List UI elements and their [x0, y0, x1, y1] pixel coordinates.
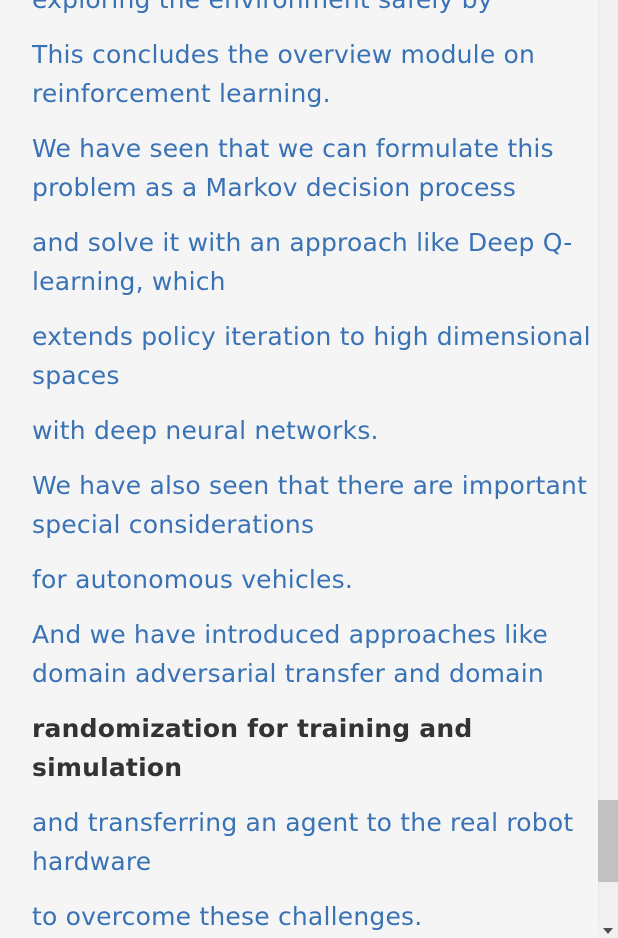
transcript-cue[interactable]: extends policy iteration to high dimensi…: [32, 317, 592, 395]
scrollbar-thumb[interactable]: [598, 800, 618, 882]
chevron-down-icon[interactable]: [598, 922, 618, 938]
vertical-scrollbar[interactable]: [598, 0, 618, 938]
transcript-cue[interactable]: with deep neural networks.: [32, 411, 592, 450]
transcript-cue[interactable]: to overcome these challenges.: [32, 897, 592, 936]
transcript-list: exploring the environment safely by This…: [32, 0, 592, 938]
transcript-panel: exploring the environment safely by This…: [0, 0, 618, 938]
transcript-cue[interactable]: We have also seen that there are importa…: [32, 466, 592, 544]
transcript-cue[interactable]: And we have introduced approaches like d…: [32, 615, 592, 693]
transcript-cue-active[interactable]: randomization for training and simulatio…: [32, 709, 592, 787]
transcript-cue[interactable]: We have seen that we can formulate this …: [32, 129, 592, 207]
transcript-cue[interactable]: and solve it with an approach like Deep …: [32, 223, 592, 301]
transcript-cue[interactable]: This concludes the overview module on re…: [32, 35, 592, 113]
transcript-cue[interactable]: exploring the environment safely by: [32, 0, 592, 19]
transcript-cue[interactable]: and transferring an agent to the real ro…: [32, 803, 592, 881]
transcript-cue[interactable]: for autonomous vehicles.: [32, 560, 592, 599]
